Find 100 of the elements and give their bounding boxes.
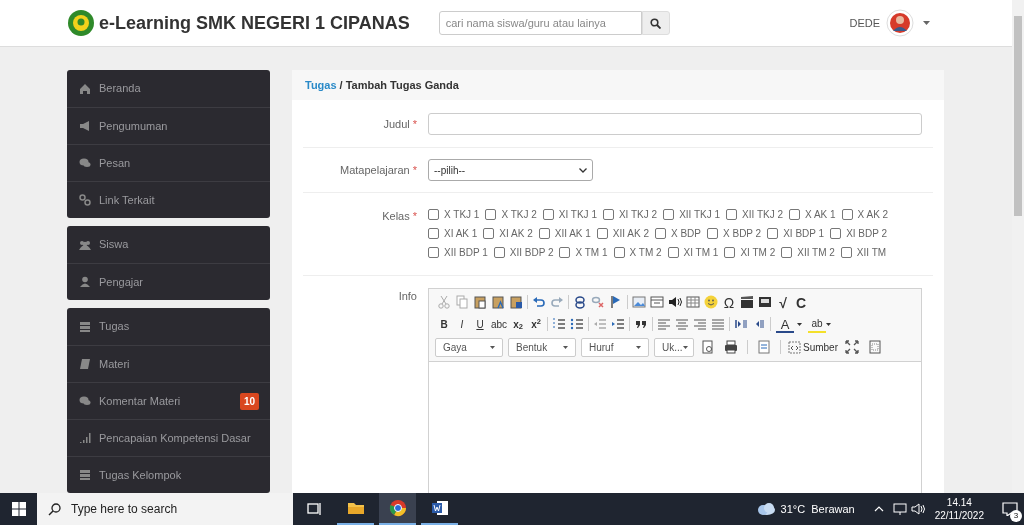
caret-icon xyxy=(636,345,641,349)
class-checkbox[interactable]: XII AK 1 xyxy=(538,227,591,240)
sidebar-item[interactable]: Pengajar xyxy=(67,263,270,300)
class-checkbox[interactable]: X TKJ 1 xyxy=(428,208,480,221)
preview-icon[interactable] xyxy=(700,339,716,355)
class-checkbox[interactable]: XI TM 1 xyxy=(667,246,719,259)
maximize-icon[interactable] xyxy=(844,339,860,355)
toolbar-button[interactable]: C xyxy=(792,293,810,311)
document-icon xyxy=(430,499,449,517)
class-checkbox[interactable]: XII BDP 1 xyxy=(428,246,488,259)
format-dropdown[interactable]: Uk... xyxy=(654,337,694,357)
class-checkbox[interactable]: XI TKJ 2 xyxy=(602,208,658,221)
class-checkbox[interactable]: XII TM 2 xyxy=(781,246,835,259)
school-logo-icon xyxy=(67,9,95,37)
list-icon xyxy=(79,469,91,481)
sidebar-item[interactable]: Pencapaian Kompetensi Dasar xyxy=(67,419,270,456)
sidebar-item[interactable]: Link Terkait xyxy=(67,181,270,218)
notification-badge: 3 xyxy=(1010,510,1022,522)
class-checkbox[interactable]: X BDP 2 xyxy=(707,227,762,240)
undo-icon[interactable] xyxy=(531,294,547,310)
subject-dropdown[interactable]: --pilih-- xyxy=(428,159,593,181)
taskbar-search-field[interactable]: Type here to search xyxy=(37,493,293,525)
bullet-list-icon[interactable] xyxy=(569,316,586,332)
avatar-icon[interactable] xyxy=(886,9,914,37)
class-checkbox[interactable]: XI AK 2 xyxy=(483,227,533,240)
class-checkbox[interactable]: XII BDP 2 xyxy=(493,246,554,259)
video-player-icon[interactable] xyxy=(757,294,773,310)
toolbar-button[interactable]: x$^{2}$ xyxy=(527,315,546,333)
clipboard-text-icon[interactable] xyxy=(490,294,506,310)
user-name[interactable]: DEDE xyxy=(849,14,880,32)
users-icon xyxy=(79,238,91,251)
taskbar-app-button[interactable] xyxy=(379,493,416,525)
toolbar-button[interactable]: x$_{2}$ xyxy=(509,315,528,333)
search-field[interactable]: cari nama siswa/guru atau lainya xyxy=(438,11,642,35)
toolbar-button[interactable]: B xyxy=(435,315,453,333)
source-button[interactable]: Sumber xyxy=(788,337,838,357)
clipboard-icon[interactable] xyxy=(472,294,488,310)
toolbar-button[interactable]: I xyxy=(453,315,471,333)
network-icon[interactable] xyxy=(892,503,907,515)
format-dropdown[interactable]: Huruf xyxy=(581,337,649,357)
sidebar-item[interactable]: Pengumuman xyxy=(67,107,270,144)
field-label: Info xyxy=(398,289,417,304)
clipboard-document-icon[interactable] xyxy=(508,294,524,310)
class-checkbox[interactable]: XII TM xyxy=(840,246,887,259)
speaker-icon[interactable] xyxy=(910,503,925,515)
site-title: e-Learning SMK NEGERI 1 CIPANAS xyxy=(99,11,410,35)
clapperboard-icon[interactable] xyxy=(739,294,755,310)
toolbar-button[interactable]: A xyxy=(776,315,795,333)
class-checkbox[interactable]: X BDP xyxy=(655,227,701,240)
toolbar-button[interactable]: U xyxy=(471,315,489,333)
class-checkbox[interactable]: XI TM 2 xyxy=(724,246,776,259)
title-input[interactable] xyxy=(428,113,922,135)
class-checkbox[interactable]: X TKJ 2 xyxy=(485,208,537,221)
sidebar-item[interactable]: Beranda xyxy=(67,70,270,107)
notification-icon[interactable] xyxy=(1002,502,1018,516)
indent-icon[interactable] xyxy=(610,316,627,332)
format-dropdown[interactable]: Bentuk xyxy=(508,337,576,357)
megaphone-icon xyxy=(79,120,91,132)
bar-chart-icon xyxy=(79,432,91,444)
caret-icon xyxy=(563,345,568,349)
sidebar-item[interactable]: Tugas xyxy=(67,308,270,345)
class-checkbox[interactable]: X TM 1 xyxy=(559,246,608,259)
toolbar-button[interactable]: Ω xyxy=(720,293,738,311)
clock-time[interactable]: 14.14 xyxy=(946,496,972,509)
toolbar-button[interactable]: abc xyxy=(489,315,510,333)
caret-icon xyxy=(682,345,688,349)
sidebar-item[interactable]: Siswa xyxy=(67,226,270,263)
class-checkbox[interactable]: XII TKJ 1 xyxy=(663,208,721,221)
caret-icon[interactable] xyxy=(923,21,930,25)
required-mark: * xyxy=(412,209,417,224)
chevron-up-icon[interactable] xyxy=(873,506,884,512)
class-checkbox[interactable]: X AK 2 xyxy=(841,208,889,221)
class-checkbox[interactable]: X AK 1 xyxy=(789,208,836,221)
sidebar-item[interactable]: Pesan xyxy=(67,144,270,181)
class-checkbox[interactable]: XII AK 2 xyxy=(596,227,649,240)
clock-date[interactable]: 22/11/2022 xyxy=(934,509,984,522)
breadcrumb-link[interactable]: Tugas xyxy=(305,76,337,94)
class-checkbox[interactable]: XI AK 1 xyxy=(428,227,478,240)
numbered-list-icon[interactable] xyxy=(551,316,568,332)
image-icon[interactable] xyxy=(631,294,647,310)
class-checkbox[interactable]: XI BDP 2 xyxy=(830,227,888,240)
speaker-icon[interactable] xyxy=(667,294,683,310)
smiley-icon[interactable] xyxy=(703,294,719,310)
class-checkbox[interactable]: X TM 2 xyxy=(613,246,662,259)
chat-icon xyxy=(79,395,91,407)
class-checkbox[interactable]: XI TKJ 1 xyxy=(542,208,597,221)
sidebar-item[interactable]: Komentar Materi 10 xyxy=(67,382,270,419)
toolbar-button[interactable]: ab xyxy=(808,315,827,333)
link-icon[interactable] xyxy=(572,294,588,310)
printer-icon[interactable] xyxy=(723,339,739,355)
format-dropdown[interactable]: Gaya xyxy=(435,337,503,357)
book-icon xyxy=(79,358,91,370)
chevron-down-icon xyxy=(579,167,587,173)
class-checkbox[interactable]: XI BDP 1 xyxy=(767,227,825,240)
search-button[interactable] xyxy=(641,11,670,35)
sidebar-item[interactable]: Materi xyxy=(67,345,270,382)
toolbar-button[interactable]: √ xyxy=(774,293,792,311)
source-code-icon xyxy=(788,340,801,354)
field-label: Kelas xyxy=(382,209,410,224)
class-checkbox[interactable]: XII TKJ 2 xyxy=(726,208,784,221)
